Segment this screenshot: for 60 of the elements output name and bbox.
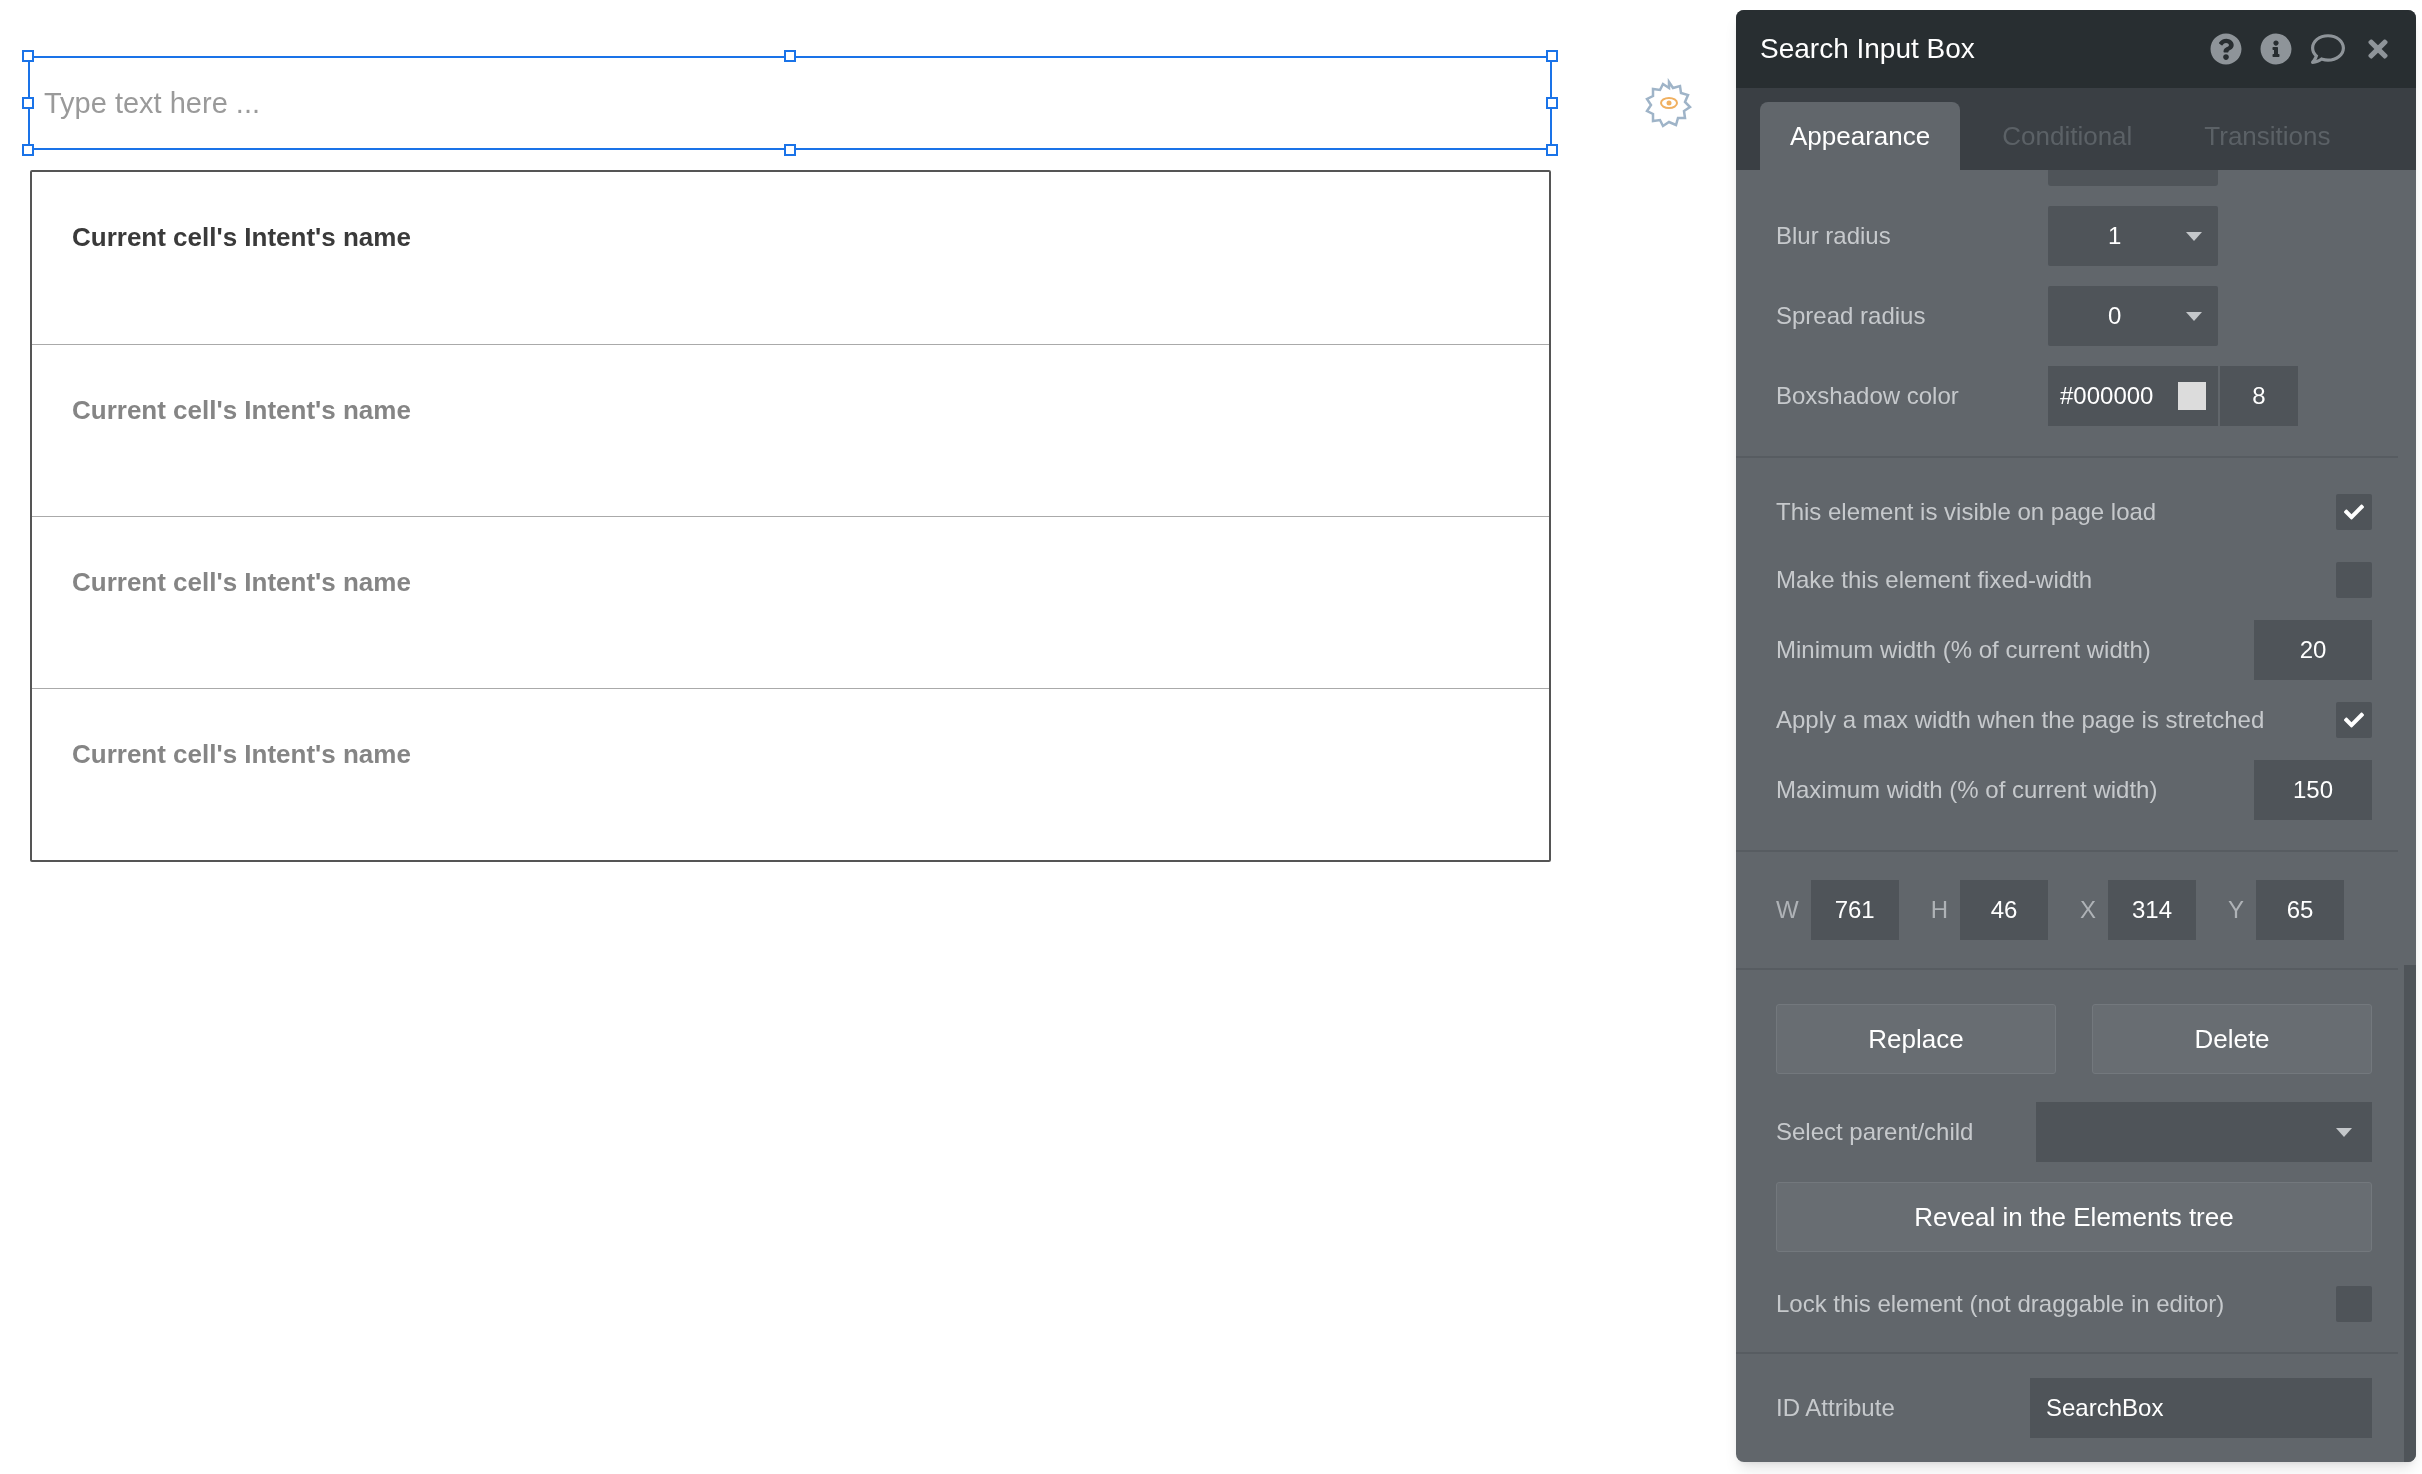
number-field[interactable]: 150 xyxy=(2254,760,2372,820)
dimension-label: H xyxy=(1930,895,1948,925)
comment-icon[interactable] xyxy=(2310,32,2346,66)
caret-icon xyxy=(2186,231,2202,241)
dropdown-field[interactable] xyxy=(2048,170,2218,186)
option-label: Lock this element (not draggable in editor) xyxy=(1776,1289,2225,1319)
field-label: Select parent/child xyxy=(1776,1117,1975,1147)
number-field[interactable]: 20 xyxy=(2254,620,2372,680)
dimension-field[interactable]: 46 xyxy=(1960,880,2048,940)
color-field[interactable]: #000000 xyxy=(2048,366,2218,426)
resize-handle[interactable] xyxy=(784,144,796,156)
reveal-button[interactable]: Reveal in the Elements tree xyxy=(1776,1182,2372,1252)
resize-handle[interactable] xyxy=(22,97,34,109)
row-label: Current cell's Intent's name xyxy=(72,567,411,597)
search-field[interactable]: Type text here ... xyxy=(28,56,1552,150)
option-label: Maximum width (% of current width) xyxy=(1776,775,2158,805)
resize-handle[interactable] xyxy=(1546,50,1558,62)
checkbox[interactable] xyxy=(2336,702,2372,738)
resize-handle[interactable] xyxy=(1546,97,1558,109)
list-row[interactable]: Current cell's Intent's name xyxy=(32,688,1549,860)
panel-title: Search Input Box xyxy=(1760,32,1976,66)
dimension-field[interactable]: 65 xyxy=(2256,880,2345,940)
check-icon xyxy=(2344,710,2364,730)
field-label: Spread radius xyxy=(1776,301,1927,331)
option-label: Minimum width (% of current width) xyxy=(1776,635,2151,665)
color-swatch[interactable] xyxy=(2178,382,2206,410)
field-label: Boxshadow color xyxy=(1776,381,1960,411)
dimension-label: W xyxy=(1776,895,1799,925)
list-row[interactable]: Current cell's Intent's name xyxy=(32,516,1549,688)
option-label: Make this element fixed-width xyxy=(1776,565,2093,595)
field-label: Blur radius xyxy=(1776,221,1892,251)
resize-handle[interactable] xyxy=(784,50,796,62)
caret-icon xyxy=(2336,1127,2352,1137)
resize-handle[interactable] xyxy=(22,144,34,156)
dimension-label: Y xyxy=(2228,895,2245,925)
action-button[interactable]: Replace xyxy=(1776,1004,2056,1074)
row-label: Current cell's Intent's name xyxy=(72,395,411,425)
tab[interactable]: Appearance xyxy=(1760,102,1961,170)
dimension-field[interactable]: 761 xyxy=(1810,880,1899,940)
field-label: ID Attribute xyxy=(1776,1393,1896,1423)
dimension-label: X xyxy=(2080,895,2096,925)
option-label: This element is visible on page load xyxy=(1776,497,2157,527)
row-label: Current cell's Intent's name xyxy=(72,222,411,252)
check-icon xyxy=(2344,502,2364,522)
resize-handle[interactable] xyxy=(1546,144,1558,156)
list-row[interactable]: Current cell's Intent's name xyxy=(32,172,1549,344)
help-icon[interactable] xyxy=(2210,33,2242,65)
dropdown-field[interactable]: 1 xyxy=(2048,206,2218,266)
dropdown-field[interactable]: 0 xyxy=(2048,286,2218,346)
checkbox[interactable] xyxy=(2336,494,2372,530)
dimension-field[interactable]: 314 xyxy=(2108,880,2196,940)
info-icon[interactable] xyxy=(2260,33,2292,65)
caret-icon xyxy=(2186,311,2202,321)
opacity-field[interactable]: 8 xyxy=(2220,366,2298,426)
row-label: Current cell's Intent's name xyxy=(72,739,411,769)
list-row[interactable]: Current cell's Intent's name xyxy=(32,344,1549,516)
option-label: Apply a max width when the page is stretched xyxy=(1776,705,2265,735)
action-button[interactable]: Delete xyxy=(2092,1004,2372,1074)
resize-handle[interactable] xyxy=(22,50,34,62)
id-attribute-field[interactable]: SearchBox xyxy=(2030,1378,2372,1438)
